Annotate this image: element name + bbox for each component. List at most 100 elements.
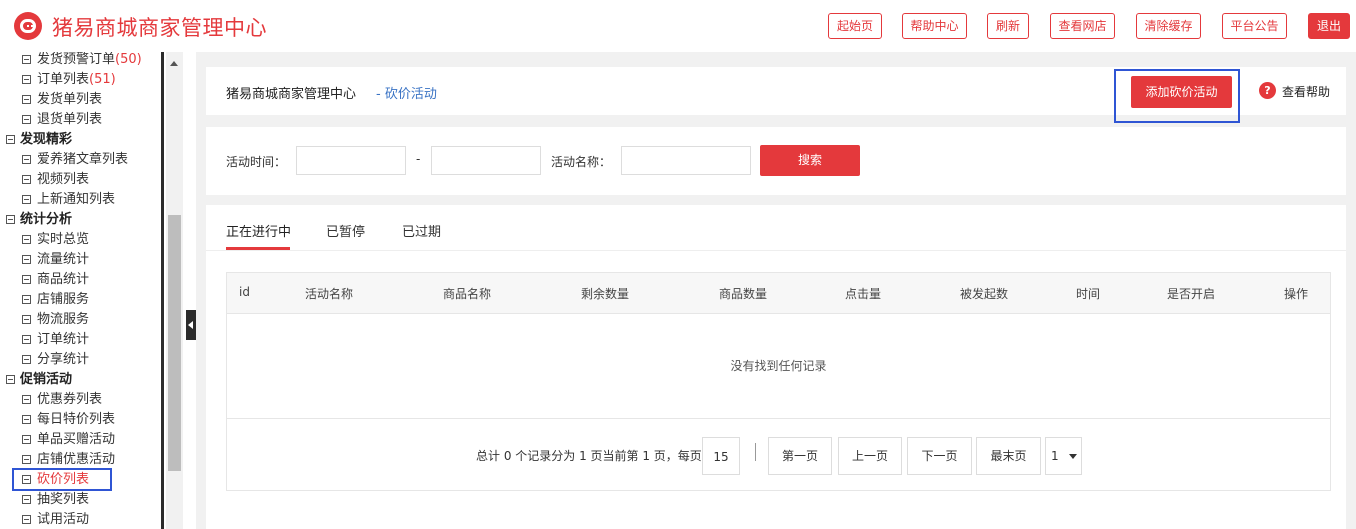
prev-page-button[interactable]: 上一页 <box>838 437 902 475</box>
pagination-separator <box>755 443 756 461</box>
tab-divider <box>206 250 1346 251</box>
node-icon <box>22 195 31 204</box>
last-page-button[interactable]: 最末页 <box>976 437 1041 475</box>
node-icon <box>22 315 31 324</box>
sidebar-item-order-stats[interactable]: 订单统计 <box>22 330 89 350</box>
col-actions: 操作 <box>1284 287 1309 301</box>
col-product-qty: 商品数量 <box>719 287 768 301</box>
date-separator: - <box>416 152 421 166</box>
sidebar-item-buy-gift[interactable]: 单品买赠活动 <box>22 430 115 450</box>
help-icon[interactable]: ? <box>1259 82 1276 99</box>
empty-message: 没有找到任何记录 <box>730 359 827 373</box>
col-product-name: 商品名称 <box>443 287 492 301</box>
sidebar-item-product-stats[interactable]: 商品统计 <box>22 270 89 290</box>
sidebar-item-logistics[interactable]: 物流服务 <box>22 310 89 330</box>
logo-icon <box>14 12 42 40</box>
node-icon <box>22 295 31 304</box>
node-icon <box>22 55 31 64</box>
sidebar-group-promotions[interactable]: 促销活动 <box>6 370 72 390</box>
sidebar-item-trial[interactable]: 试用活动 <box>22 510 89 529</box>
help-link[interactable]: 查看帮助 <box>1282 83 1330 100</box>
search-bar: 活动时间： - 活动名称： 搜索 <box>206 127 1346 195</box>
col-time: 时间 <box>1076 287 1101 301</box>
first-page-button[interactable]: 第一页 <box>768 437 832 475</box>
collapse-icon <box>6 215 15 224</box>
help-center-button[interactable]: 帮助中心 <box>902 13 967 39</box>
end-date-input[interactable] <box>431 146 541 175</box>
node-icon <box>22 355 31 364</box>
activity-name-input[interactable] <box>621 146 751 175</box>
node-icon <box>22 115 31 124</box>
view-shop-button[interactable]: 查看网店 <box>1050 13 1115 39</box>
node-icon <box>22 415 31 424</box>
sidebar-item-count: (51) <box>89 72 116 87</box>
main-content: 猪易商城商家管理中心 - 砍价活动 添加砍价活动 ? 查看帮助 活动时间： - … <box>196 52 1356 529</box>
sidebar-group-statistics[interactable]: 统计分析 <box>6 210 72 230</box>
start-date-input[interactable] <box>296 146 406 175</box>
node-icon <box>22 435 31 444</box>
platform-notice-button[interactable]: 平台公告 <box>1222 13 1287 39</box>
sidebar-item-lottery[interactable]: 抽奖列表 <box>22 490 89 510</box>
page-size-input[interactable]: 15 <box>702 437 740 475</box>
sidebar-item-traffic[interactable]: 流量统计 <box>22 250 89 270</box>
sidebar-item-daily-deals[interactable]: 每日特价列表 <box>22 410 115 430</box>
breadcrumb[interactable]: - 砍价活动 <box>376 83 437 102</box>
home-page-button[interactable]: 起始页 <box>828 13 882 39</box>
pagination-summary: 总计 0 个记录分为 1 页当前第 1 页，每页 <box>476 449 702 463</box>
brand-title: 猪易商城商家管理中心 <box>52 16 267 40</box>
sidebar-item-videos[interactable]: 视频列表 <box>22 170 89 190</box>
col-enabled: 是否开启 <box>1167 287 1216 301</box>
scrollbar-thumb[interactable] <box>168 215 181 471</box>
node-icon <box>22 335 31 344</box>
node-icon <box>22 155 31 164</box>
col-activity-name: 活动名称 <box>305 287 354 301</box>
tab-in-progress[interactable]: 正在进行中 <box>226 221 291 240</box>
tab-expired[interactable]: 已过期 <box>402 221 441 240</box>
sidebar-item-returns[interactable]: 退货单列表 <box>22 110 102 130</box>
node-icon <box>22 455 31 464</box>
table-header: id 活动名称 商品名称 剩余数量 商品数量 点击量 被发起数 时间 是否开启 … <box>227 273 1330 314</box>
sidebar-item-coupons[interactable]: 优惠券列表 <box>22 390 102 410</box>
top-bar: 猪易商城商家管理中心 起始页 帮助中心 刷新 查看网店 清除缓存 平台公告 退出 <box>0 0 1356 52</box>
collapse-icon <box>6 135 15 144</box>
col-clicks: 点击量 <box>845 287 882 301</box>
name-label: 活动名称： <box>551 155 612 169</box>
sidebar-item-orders[interactable]: 订单列表(51) <box>22 70 116 90</box>
scroll-up-icon[interactable] <box>170 61 178 66</box>
next-page-button[interactable]: 下一页 <box>907 437 972 475</box>
add-bargain-button[interactable]: 添加砍价活动 <box>1131 76 1232 108</box>
activity-table: id 活动名称 商品名称 剩余数量 商品数量 点击量 被发起数 时间 是否开启 … <box>226 272 1331 419</box>
sidebar-item-realtime[interactable]: 实时总览 <box>22 230 89 250</box>
node-icon <box>22 75 31 84</box>
tab-paused[interactable]: 已暂停 <box>326 221 365 240</box>
node-icon <box>22 275 31 284</box>
sidebar-item-count: (50) <box>115 52 142 67</box>
active-item-highlight <box>12 468 112 491</box>
title-bar: 猪易商城商家管理中心 - 砍价活动 添加砍价活动 ? 查看帮助 <box>206 67 1346 123</box>
collapse-sidebar-icon[interactable] <box>186 310 196 340</box>
search-button[interactable]: 搜索 <box>760 145 860 176</box>
node-icon <box>22 495 31 504</box>
col-id: id <box>239 285 250 299</box>
sidebar-item-new-notices[interactable]: 上新通知列表 <box>22 190 115 210</box>
sidebar-item-shop-discount[interactable]: 店铺优惠活动 <box>22 450 115 470</box>
logout-button[interactable]: 退出 <box>1308 13 1350 39</box>
page-title: 猪易商城商家管理中心 <box>226 87 357 102</box>
sidebar: 发货预警订单(50) 订单列表(51) 发货单列表 退货单列表 发现精彩 爱养猪… <box>0 52 162 529</box>
time-label: 活动时间： <box>226 155 287 169</box>
node-icon <box>22 235 31 244</box>
sidebar-item-articles[interactable]: 爱养猪文章列表 <box>22 150 128 170</box>
list-card: 正在进行中 已暂停 已过期 id 活动名称 商品名称 剩余数量 商品数量 点击量… <box>206 205 1346 529</box>
sidebar-item-shipments[interactable]: 发货单列表 <box>22 90 102 110</box>
sidebar-scrollbar[interactable] <box>166 52 183 529</box>
sidebar-item-shop-service[interactable]: 店铺服务 <box>22 290 89 310</box>
sidebar-item-share-stats[interactable]: 分享统计 <box>22 350 89 370</box>
sidebar-item-shipping-warning[interactable]: 发货预警订单(50) <box>22 52 142 70</box>
refresh-button[interactable]: 刷新 <box>987 13 1029 39</box>
sidebar-group-discover[interactable]: 发现精彩 <box>6 130 72 150</box>
node-icon <box>22 395 31 404</box>
chevron-down-icon[interactable] <box>1069 454 1077 459</box>
node-icon <box>22 95 31 104</box>
clear-cache-button[interactable]: 清除缓存 <box>1136 13 1201 39</box>
col-remaining: 剩余数量 <box>581 287 630 301</box>
